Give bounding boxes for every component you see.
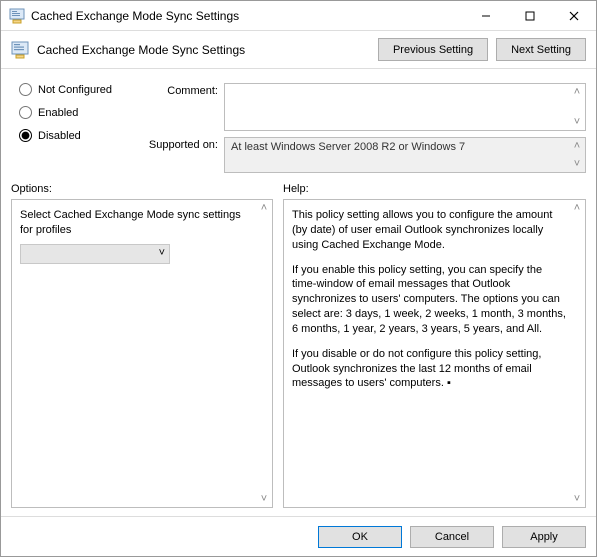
options-pane: Select Cached Exchange Mode sync setting… — [11, 199, 273, 508]
chevron-down-icon[interactable]: ˅ — [258, 493, 270, 505]
options-scrollbar[interactable]: ˄ ˅ — [256, 200, 272, 507]
help-text: This policy setting allows you to config… — [284, 200, 585, 409]
supported-on-value: At least Windows Server 2008 R2 or Windo… — [231, 141, 465, 153]
help-paragraph: If you enable this policy setting, you c… — [292, 263, 569, 337]
close-button[interactable] — [552, 1, 596, 31]
radio-disabled-input[interactable] — [19, 129, 32, 142]
options-label: Options: — [11, 183, 283, 195]
next-setting-button[interactable]: Next Setting — [496, 38, 586, 61]
ok-button[interactable]: OK — [318, 526, 402, 548]
chevron-up-icon[interactable]: ˄ — [571, 202, 583, 214]
chevron-up-icon[interactable]: ˄ — [571, 140, 583, 152]
titlebar: Cached Exchange Mode Sync Settings — [1, 1, 596, 31]
help-label: Help: — [283, 183, 309, 195]
dialog-window: Cached Exchange Mode Sync Settings Cache… — [0, 0, 597, 557]
radio-enabled[interactable]: Enabled — [19, 106, 139, 119]
options-select-label: Select Cached Exchange Mode sync setting… — [20, 208, 256, 238]
policy-title: Cached Exchange Mode Sync Settings — [37, 43, 370, 57]
sync-settings-dropdown[interactable]: ˅ — [20, 244, 170, 264]
chevron-down-icon[interactable]: ˅ — [571, 158, 583, 170]
policy-icon — [11, 41, 29, 59]
button-bar: OK Cancel Apply — [1, 516, 596, 556]
supported-label: Supported on: — [139, 137, 224, 151]
supported-on-box: At least Windows Server 2008 R2 or Windo… — [224, 137, 586, 173]
config-section: Not Configured Enabled Disabled Comment:… — [1, 69, 596, 177]
panes: Select Cached Exchange Mode sync setting… — [1, 199, 596, 516]
supported-row: Supported on: At least Windows Server 20… — [139, 137, 586, 173]
chevron-up-icon[interactable]: ˄ — [571, 86, 583, 98]
maximize-button[interactable] — [508, 1, 552, 31]
app-icon — [9, 8, 25, 24]
radio-not-configured[interactable]: Not Configured — [19, 83, 139, 96]
help-scrollbar[interactable]: ˄ ˅ — [569, 200, 585, 507]
comment-label: Comment: — [139, 83, 224, 97]
chevron-up-icon[interactable]: ˄ — [258, 202, 270, 214]
sub-header: Cached Exchange Mode Sync Settings Previ… — [1, 31, 596, 69]
comment-row: Comment: ˄ ˅ — [139, 83, 586, 131]
window-title: Cached Exchange Mode Sync Settings — [31, 9, 464, 23]
radio-enabled-input[interactable] — [19, 106, 32, 119]
comment-input[interactable]: ˄ ˅ — [224, 83, 586, 131]
radio-disabled-label: Disabled — [38, 130, 81, 142]
chevron-down-icon[interactable]: ˅ — [571, 116, 583, 128]
previous-setting-button[interactable]: Previous Setting — [378, 38, 488, 61]
chevron-down-icon[interactable]: ˅ — [571, 493, 583, 505]
apply-button[interactable]: Apply — [502, 526, 586, 548]
cancel-button[interactable]: Cancel — [410, 526, 494, 548]
state-radios: Not Configured Enabled Disabled — [19, 83, 139, 173]
help-paragraph: If you disable or do not configure this … — [292, 347, 569, 392]
pane-labels: Options: Help: — [1, 177, 596, 199]
radio-disabled[interactable]: Disabled — [19, 129, 139, 142]
radio-enabled-label: Enabled — [38, 107, 78, 119]
chevron-down-icon: ˅ — [159, 246, 165, 261]
radio-not-configured-label: Not Configured — [38, 84, 112, 96]
help-pane: This policy setting allows you to config… — [283, 199, 586, 508]
help-paragraph: This policy setting allows you to config… — [292, 208, 569, 253]
radio-not-configured-input[interactable] — [19, 83, 32, 96]
minimize-button[interactable] — [464, 1, 508, 31]
fields: Comment: ˄ ˅ Supported on: At least Wind… — [139, 83, 586, 173]
